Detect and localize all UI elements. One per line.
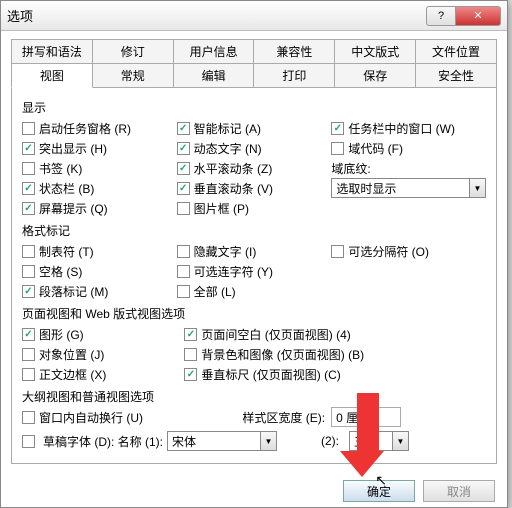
select-fontsize-value: 五号 bbox=[350, 433, 392, 450]
ok-button[interactable]: 确定 bbox=[343, 480, 415, 502]
cb-paragraph[interactable] bbox=[22, 285, 35, 298]
lab-stylewidth: 样式区宽度 (E): bbox=[242, 409, 325, 426]
lab-wrap: 窗口内自动换行 (U) bbox=[39, 409, 143, 426]
cb-picframes[interactable] bbox=[177, 202, 190, 215]
lab-statusbar: 状态栏 (B) bbox=[39, 180, 94, 197]
select-fontname-value: 宋体 bbox=[168, 433, 260, 450]
cb-vscroll[interactable] bbox=[177, 182, 190, 195]
cb-highlight[interactable] bbox=[22, 142, 35, 155]
tab-print[interactable]: 打印 bbox=[253, 63, 335, 88]
lab-spaces: 空格 (S) bbox=[39, 263, 82, 280]
cb-spaces[interactable] bbox=[22, 265, 35, 278]
section-marks-title: 格式标记 bbox=[22, 222, 486, 239]
cancel-button[interactable]: 取消 bbox=[423, 480, 495, 502]
titlebar: 选项 ? ✕ bbox=[1, 1, 507, 31]
lab-fieldcodes: 域代码 (F) bbox=[348, 140, 403, 157]
section-outline-title: 大纲视图和普通视图选项 bbox=[22, 388, 486, 405]
cb-graphics[interactable] bbox=[22, 328, 35, 341]
lab-smarttags: 智能标记 (A) bbox=[194, 120, 261, 137]
lab-bgcolor: 背景色和图像 (仅页面视图) (B) bbox=[201, 346, 364, 363]
tab-security[interactable]: 安全性 bbox=[415, 63, 497, 88]
cb-screentips[interactable] bbox=[22, 202, 35, 215]
select-fontname[interactable]: 宋体 ▼ bbox=[167, 431, 277, 451]
window-title: 选项 bbox=[7, 6, 427, 25]
tab-pane: 显示 启动任务窗格 (R) 突出显示 (H) 书签 (K) 状态栏 (B) 屏幕… bbox=[11, 87, 497, 464]
lab-size: (2): bbox=[321, 434, 339, 448]
lab-highlight: 突出显示 (H) bbox=[39, 140, 107, 157]
lab-startup-taskpane: 启动任务窗格 (R) bbox=[39, 120, 131, 137]
lab-picframes: 图片框 (P) bbox=[194, 200, 249, 217]
input-stylewidth[interactable]: 0 厘米 bbox=[331, 407, 401, 427]
lab-objpos: 对象位置 (J) bbox=[39, 346, 104, 363]
section-display-title: 显示 bbox=[22, 99, 486, 116]
tab-row-2: 视图 常规 编辑 打印 保存 安全性 bbox=[11, 63, 497, 88]
cb-wrap[interactable] bbox=[22, 411, 35, 424]
tab-userinfo[interactable]: 用户信息 bbox=[173, 39, 255, 64]
tab-row-1: 拼写和语法 修订 用户信息 兼容性 中文版式 文件位置 bbox=[11, 39, 497, 64]
lab-hscroll: 水平滚动条 (Z) bbox=[194, 160, 273, 177]
tab-general[interactable]: 常规 bbox=[92, 63, 174, 88]
cb-hscroll[interactable] bbox=[177, 162, 190, 175]
lab-vruler: 垂直标尺 (仅页面视图) (C) bbox=[201, 366, 340, 383]
lab-draft: 草稿字体 (D): 名称 (1): bbox=[43, 433, 163, 450]
cb-hiddentext[interactable] bbox=[177, 245, 190, 258]
cb-bgcolor[interactable] bbox=[184, 348, 197, 361]
lab-whitespace: 页面间空白 (仅页面视图) (4) bbox=[201, 326, 350, 343]
cb-all[interactable] bbox=[177, 285, 190, 298]
lab-vscroll: 垂直滚动条 (V) bbox=[194, 180, 273, 197]
cb-draft[interactable] bbox=[22, 435, 35, 448]
section-pageweb-title: 页面视图和 Web 版式视图选项 bbox=[22, 305, 486, 322]
lab-paragraph: 段落标记 (M) bbox=[39, 283, 108, 300]
cb-taskbarwin[interactable] bbox=[331, 122, 344, 135]
cb-statusbar[interactable] bbox=[22, 182, 35, 195]
chevron-down-icon[interactable]: ▼ bbox=[469, 179, 485, 197]
chevron-down-icon[interactable]: ▼ bbox=[260, 432, 276, 450]
cb-objpos[interactable] bbox=[22, 348, 35, 361]
cb-animtext[interactable] bbox=[177, 142, 190, 155]
select-fontsize[interactable]: 五号 ▼ bbox=[349, 431, 409, 451]
lab-optbreak: 可选分隔符 (O) bbox=[348, 243, 429, 260]
tab-container: 拼写和语法 修订 用户信息 兼容性 中文版式 文件位置 视图 常规 编辑 打印 … bbox=[11, 39, 497, 464]
lab-all: 全部 (L) bbox=[194, 283, 236, 300]
chevron-down-icon[interactable]: ▼ bbox=[392, 432, 408, 450]
lab-bookmarks: 书签 (K) bbox=[39, 160, 82, 177]
tab-view[interactable]: 视图 bbox=[11, 63, 93, 88]
cb-startup-taskpane[interactable] bbox=[22, 122, 35, 135]
close-button[interactable]: ✕ bbox=[455, 6, 501, 26]
lab-opthyphen: 可选连字符 (Y) bbox=[194, 263, 273, 280]
lab-taskbarwin: 任务栏中的窗口 (W) bbox=[348, 120, 455, 137]
tab-edit[interactable]: 编辑 bbox=[173, 63, 255, 88]
tab-revisions[interactable]: 修订 bbox=[92, 39, 174, 64]
cb-optbreak[interactable] bbox=[331, 245, 344, 258]
cb-textborder[interactable] bbox=[22, 368, 35, 381]
cb-fieldcodes[interactable] bbox=[331, 142, 344, 155]
help-button[interactable]: ? bbox=[426, 6, 456, 26]
dialog-footer: 确定 取消 bbox=[1, 474, 507, 508]
tab-compat[interactable]: 兼容性 bbox=[253, 39, 335, 64]
lab-graphics: 图形 (G) bbox=[39, 326, 84, 343]
select-fieldshading-value: 选取时显示 bbox=[332, 180, 469, 197]
tab-chinese[interactable]: 中文版式 bbox=[334, 39, 416, 64]
options-dialog: 选项 ? ✕ 拼写和语法 修订 用户信息 兼容性 中文版式 文件位置 视图 常规… bbox=[0, 0, 508, 508]
lab-animtext: 动态文字 (N) bbox=[194, 140, 262, 157]
select-fieldshading[interactable]: 选取时显示 ▼ bbox=[331, 178, 486, 198]
cb-bookmarks[interactable] bbox=[22, 162, 35, 175]
lab-hiddentext: 隐藏文字 (I) bbox=[194, 243, 257, 260]
cb-vruler[interactable] bbox=[184, 368, 197, 381]
tab-spelling[interactable]: 拼写和语法 bbox=[11, 39, 93, 64]
cb-smarttags[interactable] bbox=[177, 122, 190, 135]
tab-filelocation[interactable]: 文件位置 bbox=[415, 39, 497, 64]
lab-screentips: 屏幕提示 (Q) bbox=[39, 200, 108, 217]
cb-opthyphen[interactable] bbox=[177, 265, 190, 278]
lab-textborder: 正文边框 (X) bbox=[39, 366, 106, 383]
tab-save[interactable]: 保存 bbox=[334, 63, 416, 88]
lab-fieldshading: 域底纹: bbox=[331, 160, 370, 177]
cb-tabs[interactable] bbox=[22, 245, 35, 258]
lab-tabs: 制表符 (T) bbox=[39, 243, 94, 260]
cb-whitespace[interactable] bbox=[184, 328, 197, 341]
